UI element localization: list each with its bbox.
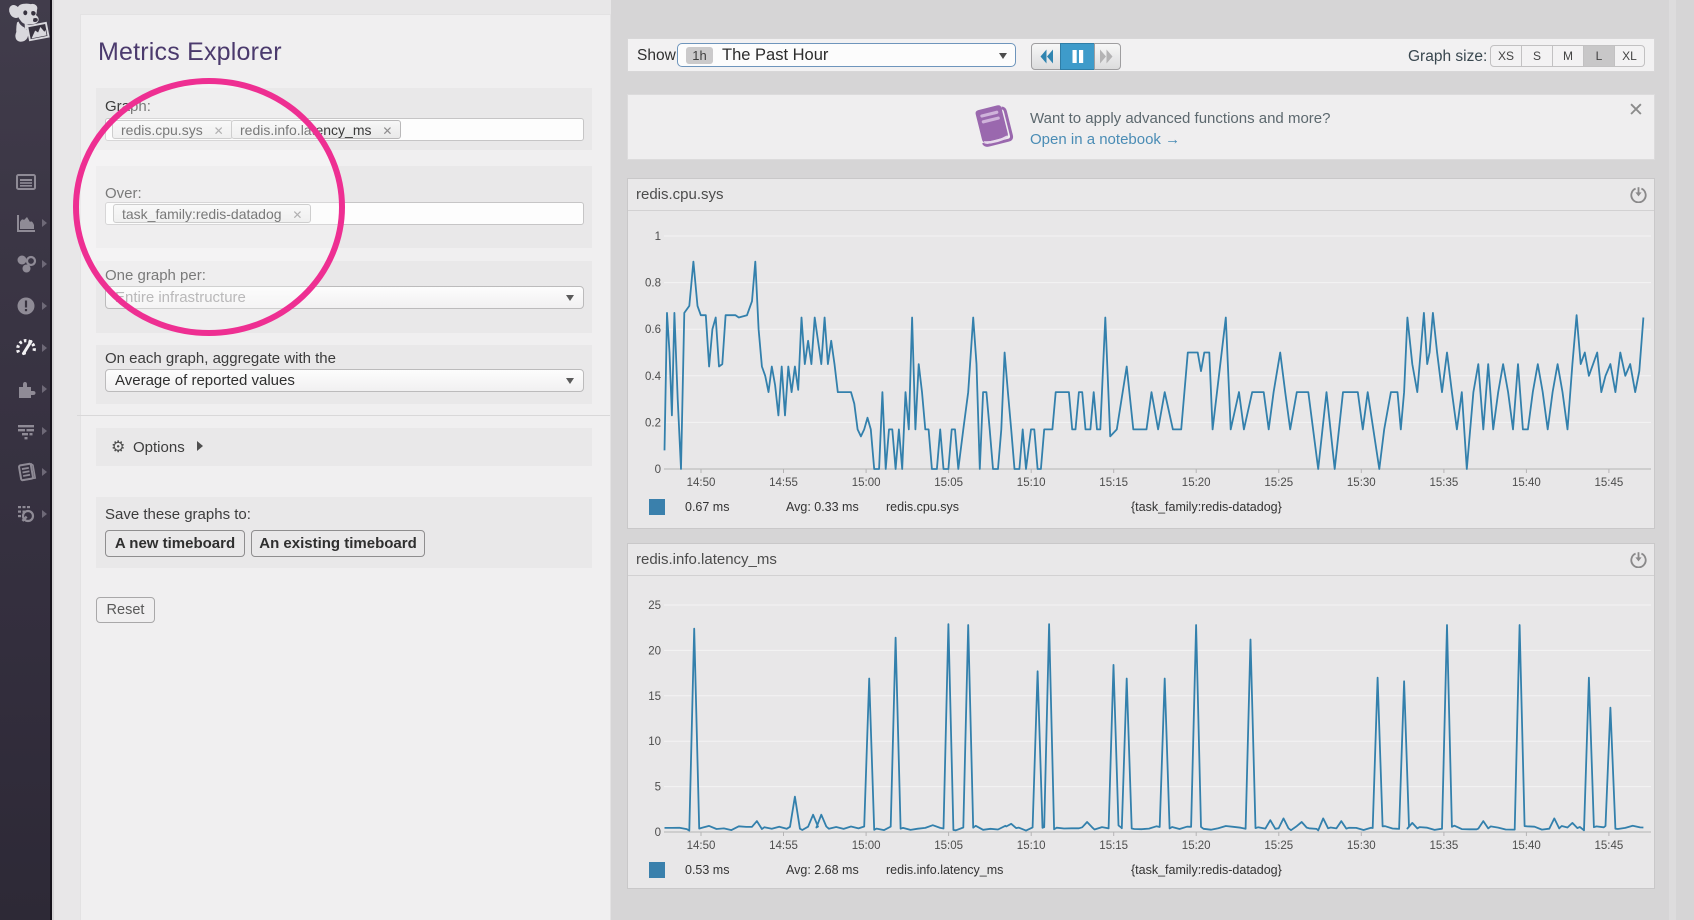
svg-text:0: 0 bbox=[655, 464, 661, 476]
svg-text:{task_family:redis-datadog}: {task_family:redis-datadog} bbox=[1131, 863, 1282, 877]
svg-text:15:25: 15:25 bbox=[1264, 840, 1293, 852]
svg-text:15:40: 15:40 bbox=[1512, 477, 1541, 489]
svg-text:15:30: 15:30 bbox=[1347, 840, 1376, 852]
svg-text:15:30: 15:30 bbox=[1347, 477, 1376, 489]
svg-text:14:55: 14:55 bbox=[769, 840, 798, 852]
svg-text:15:00: 15:00 bbox=[852, 477, 881, 489]
svg-text:15:35: 15:35 bbox=[1430, 477, 1459, 489]
svg-text:Avg: 2.68 ms: Avg: 2.68 ms bbox=[786, 863, 859, 877]
svg-text:1: 1 bbox=[655, 231, 661, 243]
svg-text:15: 15 bbox=[648, 691, 661, 703]
svg-text:15:35: 15:35 bbox=[1430, 840, 1459, 852]
svg-text:{task_family:redis-datadog}: {task_family:redis-datadog} bbox=[1131, 500, 1282, 514]
svg-text:redis.cpu.sys: redis.cpu.sys bbox=[886, 500, 959, 514]
svg-text:15:05: 15:05 bbox=[934, 477, 963, 489]
svg-text:14:55: 14:55 bbox=[769, 477, 798, 489]
svg-text:15:05: 15:05 bbox=[934, 840, 963, 852]
svg-text:14:50: 14:50 bbox=[687, 477, 716, 489]
svg-text:15:10: 15:10 bbox=[1017, 840, 1046, 852]
svg-text:25: 25 bbox=[648, 600, 661, 612]
svg-text:15:25: 15:25 bbox=[1264, 477, 1293, 489]
svg-text:redis.info.latency_ms: redis.info.latency_ms bbox=[886, 863, 1003, 877]
svg-text:Avg: 0.33 ms: Avg: 0.33 ms bbox=[786, 500, 859, 514]
svg-text:15:15: 15:15 bbox=[1099, 477, 1128, 489]
svg-text:0.4: 0.4 bbox=[645, 371, 662, 383]
svg-text:15:10: 15:10 bbox=[1017, 477, 1046, 489]
svg-text:15:45: 15:45 bbox=[1595, 477, 1624, 489]
svg-text:14:50: 14:50 bbox=[687, 840, 716, 852]
svg-text:15:15: 15:15 bbox=[1099, 840, 1128, 852]
svg-text:15:00: 15:00 bbox=[852, 840, 881, 852]
svg-text:15:40: 15:40 bbox=[1512, 840, 1541, 852]
svg-text:15:20: 15:20 bbox=[1182, 477, 1211, 489]
svg-text:20: 20 bbox=[648, 645, 661, 657]
svg-text:15:20: 15:20 bbox=[1182, 840, 1211, 852]
svg-text:0.67 ms: 0.67 ms bbox=[685, 500, 729, 514]
svg-text:0.6: 0.6 bbox=[645, 324, 661, 336]
svg-text:0.2: 0.2 bbox=[645, 417, 661, 429]
svg-text:10: 10 bbox=[648, 736, 661, 748]
svg-text:0.8: 0.8 bbox=[645, 278, 661, 290]
svg-text:5: 5 bbox=[655, 782, 661, 794]
svg-text:15:45: 15:45 bbox=[1595, 840, 1624, 852]
svg-text:0.53 ms: 0.53 ms bbox=[685, 863, 729, 877]
svg-text:0: 0 bbox=[655, 827, 661, 839]
